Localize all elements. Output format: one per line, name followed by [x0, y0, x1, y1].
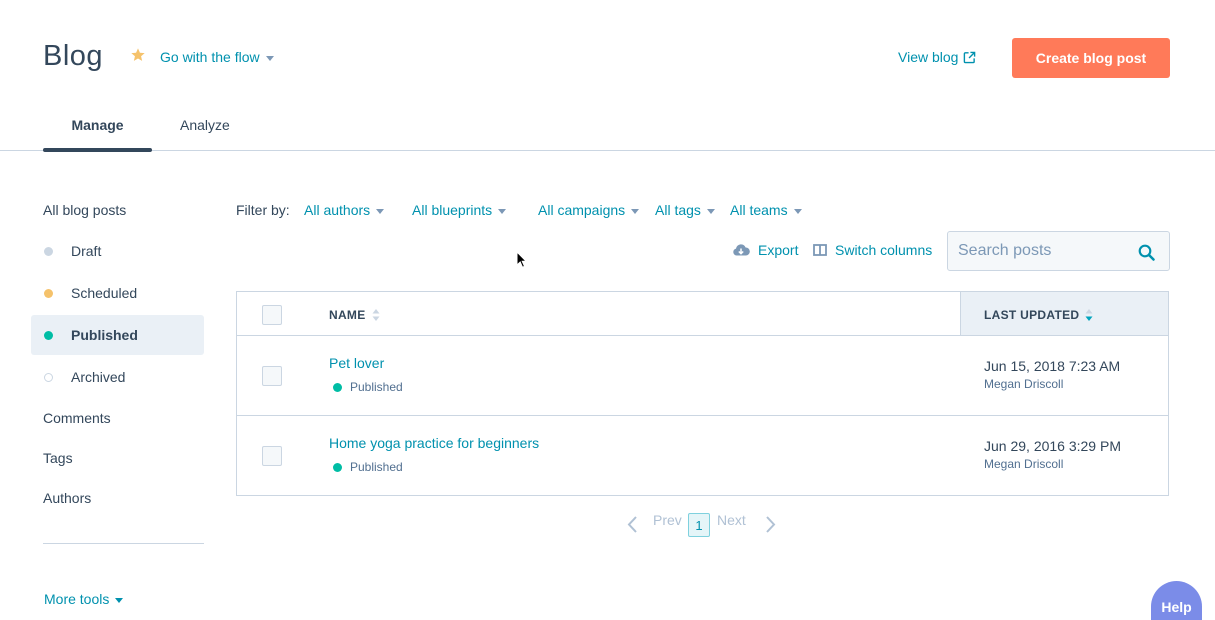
- table-header: NAME LAST UPDATED: [237, 292, 1168, 336]
- blog-selector[interactable]: Go with the flow: [160, 49, 274, 65]
- chevron-down-icon: [265, 55, 274, 61]
- status-dot-icon: [333, 462, 342, 472]
- switch-columns-label: Switch columns: [835, 242, 933, 258]
- mouse-cursor-icon: [516, 251, 528, 268]
- sidebar-item-all-posts[interactable]: All blog posts: [43, 202, 126, 218]
- chevron-down-icon: [706, 208, 715, 214]
- blog-selector-label: Go with the flow: [160, 49, 260, 65]
- column-header-last-updated[interactable]: LAST UPDATED: [984, 308, 1094, 322]
- status-dot-icon: [44, 331, 53, 340]
- sidebar-item-archived[interactable]: Archived: [31, 357, 204, 397]
- sidebar-item-scheduled[interactable]: Scheduled: [31, 273, 204, 313]
- sidebar-item-authors[interactable]: Authors: [43, 490, 91, 506]
- external-link-icon: [964, 51, 976, 63]
- sidebar-item-published[interactable]: Published: [31, 315, 204, 355]
- sidebar-item-label: Archived: [71, 369, 126, 385]
- create-blog-post-button[interactable]: Create blog post: [1012, 38, 1170, 78]
- export-button[interactable]: Export: [732, 242, 798, 258]
- chevron-down-icon: [498, 208, 507, 214]
- more-tools-menu[interactable]: More tools: [44, 591, 124, 607]
- status-label: Published: [350, 380, 403, 394]
- table-row: Pet lover Published Jun 15, 2018 7:23 AM…: [237, 336, 1168, 416]
- sidebar-item-label: Published: [71, 327, 138, 343]
- filter-tags[interactable]: All tags: [655, 202, 715, 218]
- filter-campaigns[interactable]: All campaigns: [538, 202, 640, 218]
- search-icon[interactable]: [1138, 244, 1155, 261]
- help-button[interactable]: Help: [1151, 581, 1202, 620]
- chevron-down-icon: [115, 597, 124, 603]
- status-dot-icon: [44, 247, 53, 256]
- filter-label-text: All tags: [655, 202, 701, 218]
- post-author: Megan Driscoll: [984, 377, 1064, 391]
- view-blog-link[interactable]: View blog: [898, 49, 976, 65]
- filter-blueprints[interactable]: All blueprints: [412, 202, 507, 218]
- post-title-link[interactable]: Home yoga practice for beginners: [329, 435, 539, 451]
- filter-teams[interactable]: All teams: [730, 202, 802, 218]
- status-badge: Published: [333, 460, 403, 474]
- prev-page-button[interactable]: Prev: [653, 512, 682, 528]
- chevron-left-icon[interactable]: [626, 515, 638, 534]
- sidebar-item-tags[interactable]: Tags: [43, 450, 73, 466]
- filter-label-text: All authors: [304, 202, 371, 218]
- sidebar-item-draft[interactable]: Draft: [31, 231, 204, 271]
- page-number-current[interactable]: 1: [688, 513, 710, 537]
- filter-label-text: All campaigns: [538, 202, 626, 218]
- page-title: Blog: [43, 40, 104, 72]
- search-input[interactable]: [958, 242, 1128, 260]
- sidebar-item-label: Draft: [71, 243, 102, 259]
- star-icon[interactable]: [130, 47, 146, 63]
- status-label: Published: [350, 460, 403, 474]
- status-badge: Published: [333, 380, 403, 394]
- last-updated-date: Jun 29, 2016 3:29 PM: [984, 438, 1121, 454]
- sidebar-divider: [43, 543, 204, 544]
- filter-authors[interactable]: All authors: [304, 202, 385, 218]
- tab-analyze[interactable]: Analyze: [180, 117, 230, 133]
- select-all-checkbox[interactable]: [262, 305, 282, 325]
- column-header-label: LAST UPDATED: [984, 308, 1080, 322]
- posts-table: NAME LAST UPDATED Pet lover Published Ju…: [236, 291, 1169, 496]
- last-updated-date: Jun 15, 2018 7:23 AM: [984, 358, 1121, 374]
- tab-manage[interactable]: Manage: [43, 117, 152, 133]
- chevron-right-icon[interactable]: [765, 515, 777, 534]
- filter-label-text: All teams: [730, 202, 788, 218]
- sort-icon: [1085, 309, 1093, 321]
- status-dot-icon: [44, 373, 53, 382]
- switch-columns-button[interactable]: Switch columns: [813, 242, 932, 258]
- row-checkbox[interactable]: [262, 366, 282, 386]
- chevron-down-icon: [793, 208, 802, 214]
- sidebar-item-label: Scheduled: [71, 285, 138, 301]
- sort-icon: [372, 309, 380, 321]
- column-header-name[interactable]: NAME: [329, 308, 381, 322]
- row-checkbox[interactable]: [262, 446, 282, 466]
- chevron-down-icon: [376, 208, 385, 214]
- filter-label: Filter by:: [236, 202, 290, 218]
- search-field[interactable]: [947, 231, 1170, 271]
- status-dot-icon: [333, 382, 342, 392]
- post-title-link[interactable]: Pet lover: [329, 355, 384, 371]
- export-label: Export: [758, 242, 799, 258]
- table-row: Home yoga practice for beginners Publish…: [237, 416, 1168, 496]
- filter-label-text: All blueprints: [412, 202, 493, 218]
- columns-icon: [813, 244, 827, 256]
- next-page-button[interactable]: Next: [717, 512, 746, 528]
- view-blog-label: View blog: [898, 49, 959, 65]
- tab-divider: [0, 150, 1215, 151]
- cloud-download-icon: [733, 244, 750, 256]
- status-dot-icon: [44, 289, 53, 298]
- column-header-label: NAME: [329, 308, 366, 322]
- post-author: Megan Driscoll: [984, 457, 1064, 471]
- chevron-down-icon: [631, 208, 640, 214]
- active-tab-indicator: [43, 148, 152, 152]
- more-tools-label: More tools: [44, 591, 110, 607]
- sidebar-item-comments[interactable]: Comments: [43, 410, 111, 426]
